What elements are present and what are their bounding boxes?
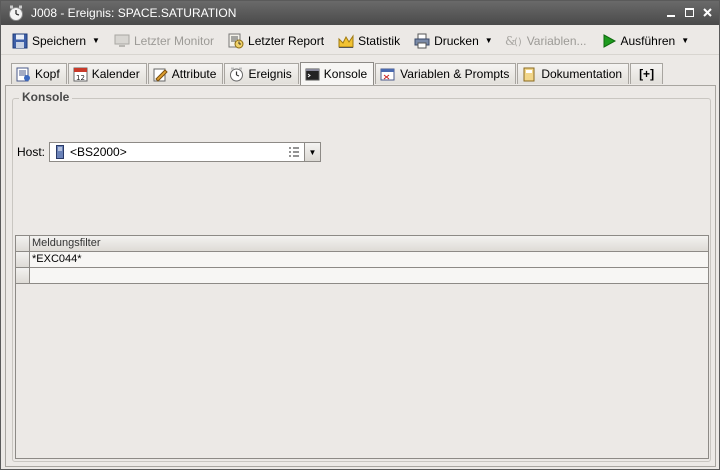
execute-button[interactable]: Ausführen ▼ <box>598 30 693 52</box>
maximize-icon <box>684 8 694 17</box>
table-row <box>16 268 708 284</box>
tab-konsole[interactable]: Konsole <box>299 62 375 85</box>
tab-kalender[interactable]: 12 Kalender <box>67 63 147 84</box>
attributes-pencil-icon <box>153 68 168 82</box>
monitor-icon <box>114 34 130 47</box>
save-button[interactable]: Speichern ▼ <box>9 30 103 52</box>
statistics-button[interactable]: Statistik <box>335 30 403 52</box>
row-header-corner <box>16 236 30 252</box>
message-filter-table: Meldungsfilter *EXC044* <box>15 235 709 459</box>
host-dropdown-button[interactable]: ▼ <box>304 143 320 161</box>
konsole-group: Konsole Host: <BS2000> ▼ Meldungsfilter … <box>12 90 711 462</box>
execute-dropdown-icon[interactable]: ▼ <box>681 36 689 45</box>
variables-prompts-icon <box>380 68 395 80</box>
svg-text:12: 12 <box>76 74 85 82</box>
tab-dokumentation[interactable]: Dokumentation <box>517 63 630 84</box>
report-clock-icon <box>228 33 244 48</box>
variables-icon: & () <box>505 34 522 48</box>
server-icon <box>56 145 64 159</box>
row-header[interactable] <box>16 268 30 284</box>
tab-variablen-prompts-label: Variablen & Prompts <box>400 67 510 81</box>
table-header-row: Meldungsfilter <box>16 236 708 252</box>
minimize-icon <box>667 14 675 17</box>
host-label: Host: <box>17 145 46 159</box>
tab-ereignis[interactable]: Ereignis <box>224 63 299 84</box>
tab-ereignis-label: Ereignis <box>248 67 292 81</box>
filter-cell[interactable]: *EXC044* <box>30 252 708 268</box>
app-clock-icon <box>9 5 23 21</box>
tab-kopf[interactable]: Kopf <box>11 63 67 84</box>
header-document-icon <box>16 67 30 81</box>
last-monitor-label: Letzter Monitor <box>133 33 215 48</box>
tab-attribute[interactable]: Attribute <box>147 63 224 84</box>
last-report-button[interactable]: Letzter Report <box>225 30 327 52</box>
play-icon <box>603 33 616 48</box>
print-button[interactable]: Drucken ▼ <box>411 30 496 52</box>
close-button[interactable] <box>699 5 715 20</box>
print-label: Drucken <box>434 33 479 48</box>
tab-kopf-label: Kopf <box>35 67 60 81</box>
group-title: Konsole <box>19 90 73 104</box>
window: J008 - Ereignis: SPACE.SATURATION Speich… <box>0 0 720 470</box>
tab-kalender-label: Kalender <box>91 67 140 81</box>
save-dropdown-icon[interactable]: ▼ <box>92 36 100 45</box>
tab-konsole-label: Konsole <box>323 67 368 81</box>
list-icon[interactable] <box>288 146 300 158</box>
host-value: <BS2000> <box>70 145 127 159</box>
print-dropdown-icon[interactable]: ▼ <box>485 36 493 45</box>
chevron-down-icon: ▼ <box>308 147 317 157</box>
last-report-label: Letzter Report <box>248 33 325 48</box>
tab-variablen-prompts[interactable]: Variablen & Prompts <box>375 63 517 84</box>
tab-attribute-label: Attribute <box>171 67 217 81</box>
calendar-icon: 12 <box>73 67 88 82</box>
variables-button[interactable]: & () Variablen... <box>502 30 590 52</box>
event-clock-icon <box>230 67 244 81</box>
console-icon <box>305 68 320 80</box>
execute-label: Ausführen <box>620 33 676 48</box>
statistics-label: Statistik <box>358 33 401 48</box>
svg-text:(): () <box>514 37 522 48</box>
save-label: Speichern <box>32 33 87 48</box>
toolbar: Speichern ▼ Letzter Monitor Letzter Repo… <box>1 27 719 55</box>
documentation-book-icon <box>523 67 535 81</box>
title-bar: J008 - Ereignis: SPACE.SATURATION <box>1 1 719 25</box>
table-row: *EXC044* <box>16 252 708 268</box>
row-header[interactable] <box>16 252 30 268</box>
add-tab-icon: [+] <box>639 67 655 81</box>
column-header-meldungsfilter[interactable]: Meldungsfilter <box>30 236 708 252</box>
tab-add[interactable]: [+] <box>630 63 664 84</box>
close-icon <box>702 8 712 17</box>
tab-bar: Kopf 12 Kalender Attribute Ereignis Kons… <box>11 61 664 85</box>
konsole-panel: Konsole Host: <BS2000> ▼ Meldungsfilter … <box>5 85 716 467</box>
floppy-disk-icon <box>12 33 28 48</box>
tab-dokumentation-label: Dokumentation <box>541 67 623 81</box>
printer-icon <box>414 33 430 48</box>
maximize-button[interactable] <box>681 5 697 20</box>
last-monitor-button[interactable]: Letzter Monitor <box>111 30 217 52</box>
host-select[interactable]: <BS2000> ▼ <box>49 142 321 162</box>
filter-cell[interactable] <box>30 268 708 284</box>
minimize-button[interactable] <box>663 5 679 20</box>
window-title: J008 - Ereignis: SPACE.SATURATION <box>31 6 237 20</box>
statistics-chart-icon <box>338 33 354 48</box>
variables-label: Variablen... <box>526 33 587 48</box>
